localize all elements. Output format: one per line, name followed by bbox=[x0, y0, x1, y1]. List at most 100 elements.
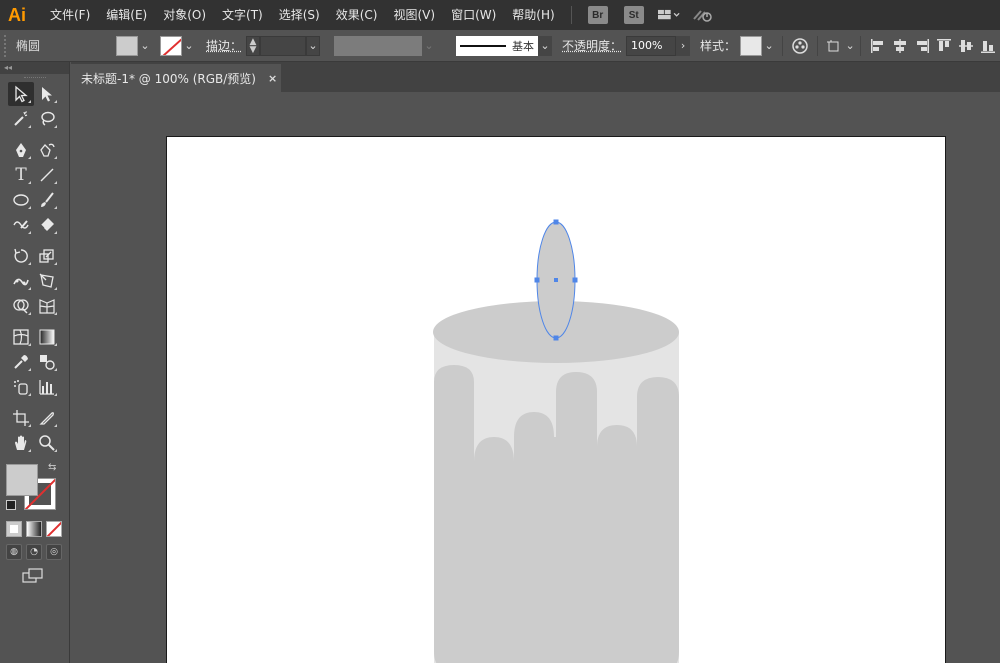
eraser-tool-icon[interactable] bbox=[34, 213, 60, 237]
color-mode-button[interactable] bbox=[6, 521, 22, 537]
stroke-color-swatch[interactable] bbox=[160, 35, 182, 56]
canvas-area[interactable] bbox=[71, 92, 1000, 663]
opacity-arrow-icon[interactable]: › bbox=[676, 35, 691, 56]
stroke-weight-input[interactable] bbox=[260, 35, 307, 56]
symbol-sprayer-tool-icon[interactable] bbox=[8, 375, 34, 399]
menu-object[interactable]: 对象(O) bbox=[155, 0, 214, 30]
type-tool-icon[interactable]: T bbox=[8, 163, 34, 187]
transform-icon[interactable] bbox=[826, 37, 844, 55]
rotate-tool-icon[interactable] bbox=[8, 244, 34, 268]
stroke-dropdown-icon[interactable]: ⌄ bbox=[182, 36, 196, 56]
mesh-tool-icon[interactable] bbox=[8, 325, 34, 349]
menu-help[interactable]: 帮助(H) bbox=[504, 0, 562, 30]
menu-view[interactable]: 视图(V) bbox=[385, 0, 443, 30]
wax-drips[interactable] bbox=[434, 365, 679, 663]
align-left-icon[interactable] bbox=[869, 37, 887, 55]
align-vertical-center-icon[interactable] bbox=[957, 37, 975, 55]
column-graph-tool-icon[interactable] bbox=[34, 375, 60, 399]
variable-width-profile[interactable] bbox=[334, 35, 423, 56]
draw-behind-icon[interactable]: ◔ bbox=[26, 544, 42, 560]
gradient-tool-icon[interactable] bbox=[34, 325, 60, 349]
menu-items: 文件(F) 编辑(E) 对象(O) 文字(T) 选择(S) 效果(C) 视图(V… bbox=[42, 0, 563, 30]
selected-object-type: 椭圆 bbox=[16, 39, 41, 53]
color-mode-row bbox=[0, 518, 69, 540]
transform-dropdown-icon[interactable]: ⌄ bbox=[845, 36, 854, 56]
control-bar: 椭圆 ⌄ ⌄ 描边： ▲ ▼ ⌄ ⌄ 基本 ⌄ 不透明度： 100% › 样式： … bbox=[0, 30, 1000, 62]
blend-tool-icon[interactable] bbox=[34, 350, 60, 374]
curvature-tool-icon[interactable] bbox=[34, 138, 60, 162]
slice-tool-icon[interactable] bbox=[34, 406, 60, 430]
tools-panel-grip[interactable] bbox=[0, 74, 69, 82]
document-tab-title: 未标题-1* @ 100% (RGB/预览) bbox=[81, 71, 256, 86]
lasso-tool-icon[interactable] bbox=[34, 107, 60, 131]
hand-tool-icon[interactable] bbox=[8, 431, 34, 455]
none-mode-button[interactable] bbox=[46, 521, 62, 537]
control-separator bbox=[817, 35, 819, 56]
brush-dropdown-icon[interactable]: ⌄ bbox=[538, 35, 553, 56]
align-bottom-icon[interactable] bbox=[979, 37, 997, 55]
align-horizontal-center-icon[interactable] bbox=[891, 37, 909, 55]
menu-type[interactable]: 文字(T) bbox=[214, 0, 271, 30]
stroke-label[interactable]: 描边： bbox=[206, 37, 242, 54]
magic-wand-tool-icon[interactable] bbox=[8, 107, 34, 131]
align-right-icon[interactable] bbox=[913, 37, 931, 55]
center-point[interactable] bbox=[554, 278, 558, 282]
zoom-tool-icon[interactable] bbox=[34, 431, 60, 455]
line-segment-tool-icon[interactable] bbox=[34, 163, 60, 187]
screen-mode-icon[interactable] bbox=[22, 568, 44, 584]
ellipse-tool-icon[interactable] bbox=[8, 188, 34, 212]
artboard[interactable] bbox=[166, 136, 946, 663]
selection-tool-icon[interactable] bbox=[8, 82, 34, 106]
align-top-icon[interactable] bbox=[935, 37, 953, 55]
gradient-mode-button[interactable] bbox=[26, 521, 42, 537]
brush-definition-field[interactable]: 基本 bbox=[456, 35, 539, 56]
stroke-weight-spinner[interactable]: ▲ ▼ bbox=[246, 35, 261, 56]
scale-tool-icon[interactable] bbox=[34, 244, 60, 268]
draw-mode-row: ◍ ◔ ◎ bbox=[0, 540, 69, 564]
fill-color-box[interactable] bbox=[6, 464, 38, 496]
fill-color-swatch[interactable] bbox=[116, 35, 138, 56]
tools-panel-collapse-icon[interactable]: ◂◂ bbox=[0, 62, 69, 74]
menu-effect[interactable]: 效果(C) bbox=[328, 0, 386, 30]
control-separator bbox=[782, 35, 784, 56]
opacity-input[interactable]: 100% bbox=[626, 35, 677, 56]
menu-select[interactable]: 选择(S) bbox=[271, 0, 328, 30]
stroke-weight-dropdown-icon[interactable]: ⌄ bbox=[306, 35, 321, 56]
bridge-button[interactable]: Br bbox=[587, 6, 608, 24]
fill-dropdown-icon[interactable]: ⌄ bbox=[138, 36, 152, 56]
perspective-grid-tool-icon[interactable] bbox=[34, 294, 60, 318]
pen-tool-icon[interactable] bbox=[8, 138, 34, 162]
puppet-warp-tool-icon[interactable] bbox=[8, 269, 34, 293]
anchor-point-top[interactable] bbox=[553, 219, 559, 225]
app-logo: Ai bbox=[8, 4, 26, 25]
eyedropper-tool-icon[interactable] bbox=[8, 350, 34, 374]
swap-fill-stroke-icon[interactable]: ⇆ bbox=[48, 462, 56, 473]
shape-builder-tool-icon[interactable] bbox=[8, 294, 34, 318]
artwork bbox=[433, 219, 679, 663]
graphic-style-dropdown-icon[interactable]: ⌄ bbox=[762, 36, 776, 56]
paintbrush-tool-icon[interactable] bbox=[34, 188, 60, 212]
artboard-tool-icon[interactable] bbox=[8, 406, 34, 430]
control-bar-grip[interactable] bbox=[4, 34, 10, 57]
anchor-point-left[interactable] bbox=[534, 277, 540, 283]
direct-selection-tool-icon[interactable] bbox=[34, 82, 60, 106]
recolor-artwork-icon[interactable] bbox=[791, 37, 809, 55]
menu-window[interactable]: 窗口(W) bbox=[443, 0, 504, 30]
menu-file[interactable]: 文件(F) bbox=[42, 0, 98, 30]
free-transform-tool-icon[interactable] bbox=[34, 269, 60, 293]
draw-inside-icon[interactable]: ◎ bbox=[46, 544, 62, 560]
default-fill-stroke-icon[interactable] bbox=[6, 500, 16, 510]
gpu-performance-icon[interactable] bbox=[692, 6, 714, 24]
menu-edit[interactable]: 编辑(E) bbox=[98, 0, 155, 30]
variable-width-dropdown-icon[interactable]: ⌄ bbox=[422, 36, 436, 56]
anchor-point-right[interactable] bbox=[572, 277, 578, 283]
close-icon[interactable]: × bbox=[268, 72, 277, 85]
anchor-point-bottom[interactable] bbox=[553, 335, 559, 341]
opacity-label[interactable]: 不透明度： bbox=[562, 37, 622, 54]
graphic-style-swatch[interactable] bbox=[740, 35, 763, 56]
document-tab[interactable]: 未标题-1* @ 100% (RGB/预览) × bbox=[71, 64, 281, 92]
shaper-tool-icon[interactable] bbox=[8, 213, 34, 237]
stock-button[interactable]: St bbox=[623, 6, 644, 24]
draw-normal-icon[interactable]: ◍ bbox=[6, 544, 22, 560]
workspace-switcher-icon[interactable] bbox=[657, 6, 680, 24]
